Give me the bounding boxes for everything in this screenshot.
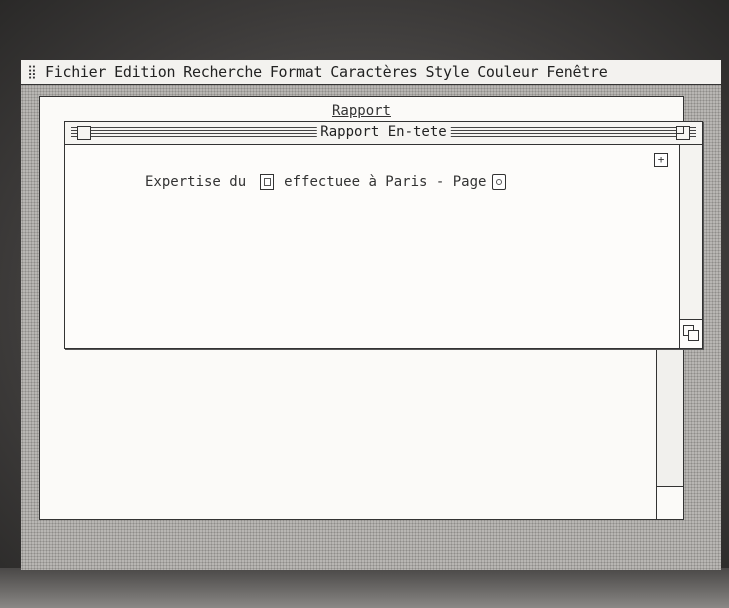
photo-bottom-edge: [0, 568, 729, 608]
header-text-after-date: effectuee à Paris - Page: [284, 174, 487, 190]
menu-edition[interactable]: Edition: [112, 63, 181, 81]
front-window-title-bar[interactable]: Rapport En-tete: [65, 122, 702, 145]
menu-fenetre[interactable]: Fenêtre: [544, 63, 613, 81]
header-text-line[interactable]: Expertise du effectuee à Paris - Page: [145, 174, 507, 190]
plus-icon[interactable]: +: [654, 153, 668, 167]
desktop: ⣿ Fichier Edition Recherche Format Carac…: [21, 60, 721, 570]
menu-recherche[interactable]: Recherche: [181, 63, 268, 81]
menu-bar: ⣿ Fichier Edition Recherche Format Carac…: [21, 60, 721, 85]
front-size-box-icon[interactable]: [679, 319, 702, 348]
rapport-size-box[interactable]: [657, 486, 683, 519]
rapport-en-tete-window[interactable]: Rapport En-tete Expertise du effectuee à…: [64, 121, 703, 349]
front-vertical-scrollbar[interactable]: [679, 145, 702, 348]
close-box-icon[interactable]: [77, 126, 91, 140]
menu-style[interactable]: Style: [424, 63, 476, 81]
menu-fichier[interactable]: Fichier: [43, 63, 112, 81]
rapport-window-title[interactable]: Rapport: [40, 103, 683, 119]
header-text-before-date: Expertise du: [145, 174, 247, 190]
menu-format[interactable]: Format: [268, 63, 328, 81]
zoom-box-icon[interactable]: [676, 126, 690, 140]
date-field-icon[interactable]: [260, 174, 275, 190]
apple-menu-icon[interactable]: ⣿: [21, 65, 43, 80]
front-window-title: Rapport En-tete: [316, 124, 451, 140]
menu-couleur[interactable]: Couleur: [475, 63, 544, 81]
menu-caracteres[interactable]: Caractères: [328, 63, 423, 81]
page-number-field-icon[interactable]: [492, 174, 507, 190]
